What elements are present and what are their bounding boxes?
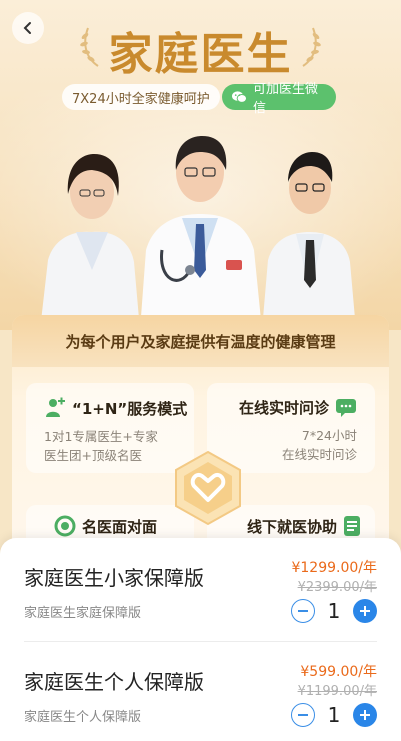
product-price: ¥599.00/年	[300, 664, 377, 680]
quantity-value: 1	[327, 599, 341, 623]
product-sheet: 家庭医生小家保障版 家庭医生家庭保障版 ¥1299.00/年 ¥2399.00/…	[0, 538, 401, 741]
quantity-stepper: 1	[291, 598, 377, 624]
doctor-plus-icon	[46, 397, 65, 417]
product-subtitle: 家庭医生家庭保障版	[24, 606, 142, 621]
product-item: 家庭医生个人保障版 家庭医生个人保障版 ¥599.00/年 ¥1199.00/年…	[0, 642, 401, 741]
panel-header: 为每个用户及家庭提供有温度的健康管理	[12, 315, 389, 367]
increase-button[interactable]	[352, 703, 377, 727]
product-original-price: ¥1199.00/年	[297, 684, 377, 699]
subtitle-text: 7X24小时全家健康呵护	[72, 91, 210, 107]
product-original-price: ¥2399.00/年	[297, 580, 377, 595]
minus-icon	[298, 610, 308, 612]
quantity-value: 1	[327, 703, 341, 727]
increase-button[interactable]	[352, 599, 377, 623]
card-title: “1+N”服务模式	[44, 397, 194, 419]
plus-icon	[359, 606, 370, 616]
decrease-button[interactable]	[291, 599, 315, 623]
quantity-stepper: 1	[291, 702, 377, 728]
wechat-label: 可加医生微信	[252, 82, 318, 116]
heart-hex-icon	[175, 450, 241, 526]
plus-icon	[359, 710, 370, 720]
wechat-icon	[232, 91, 247, 103]
video-ring-icon	[54, 515, 76, 537]
minus-icon	[298, 714, 308, 716]
service-panel: 为每个用户及家庭提供有温度的健康管理 “1+N”服务模式 1对1专属医生+专家 …	[12, 315, 389, 555]
product-name: 家庭医生小家保障版	[24, 566, 204, 590]
subtitle-pill: 7X24小时全家健康呵护	[62, 84, 220, 110]
product-subtitle: 家庭医生个人保障版	[24, 710, 142, 725]
service-card-model[interactable]: “1+N”服务模式 1对1专属医生+专家 医生团+顶级名医	[26, 383, 194, 473]
page-title: 家庭医生	[108, 29, 293, 80]
doctors-illustration	[40, 136, 356, 330]
document-icon	[344, 516, 360, 536]
product-name: 家庭医生个人保障版	[24, 670, 204, 694]
add-wechat-button[interactable]: 可加医生微信	[222, 82, 336, 116]
decrease-button[interactable]	[291, 703, 315, 727]
card-title: 在线实时问诊	[207, 397, 357, 418]
chat-bubble-icon	[336, 398, 356, 417]
hero-banner: 家庭医生 7X24小时全家健康呵护 可加医生微信	[0, 0, 401, 330]
product-item: 家庭医生小家保障版 家庭医生家庭保障版 ¥1299.00/年 ¥2399.00/…	[0, 538, 401, 638]
product-price: ¥1299.00/年	[291, 560, 377, 576]
